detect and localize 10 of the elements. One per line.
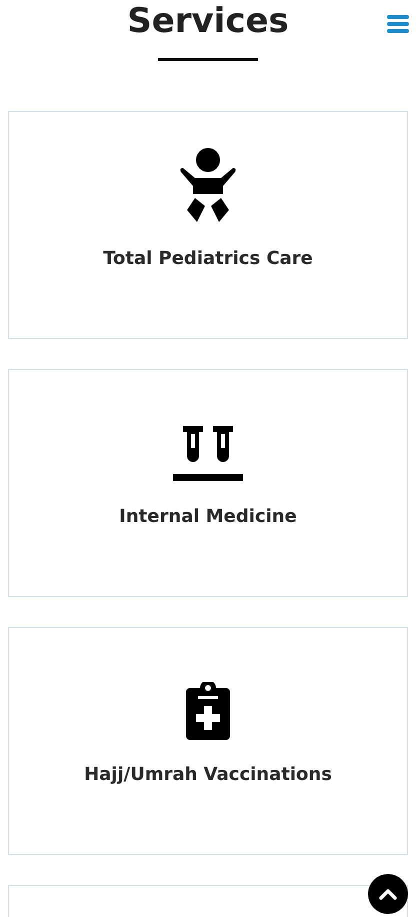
page-title: Services [127,0,289,42]
test-tubes-icon [173,424,243,482]
service-title: Hajj/Umrah Vaccinations [84,764,332,785]
chevron-up-icon [379,888,397,900]
menu-icon[interactable] [387,15,409,33]
service-title: Total Pediatrics Care [103,248,313,269]
service-title: Internal Medicine [119,506,297,527]
clipboard-medical-icon [186,682,230,740]
baby-icon [179,148,237,224]
scroll-top-button[interactable] [368,874,408,914]
